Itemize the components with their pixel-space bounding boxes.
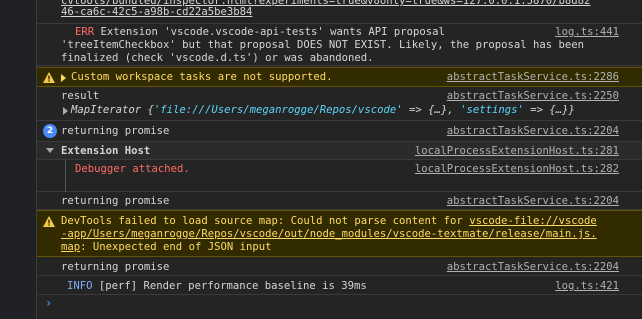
message-text: Debugger attached. (75, 163, 190, 175)
console-message-error: ERR Extension 'vscode.vscode-api-tests' … (37, 24, 642, 66)
map-value: => {…}, (402, 104, 461, 116)
collapse-triangle-icon[interactable] (46, 148, 54, 153)
source-map-link[interactable]: map (61, 241, 80, 253)
message-text: result (61, 90, 100, 102)
source-link[interactable]: abstractTaskService.ts:2204 (447, 125, 619, 138)
message-text: returning promise (61, 125, 170, 137)
message-text: DevTools failed to load source map: Coul… (61, 215, 470, 227)
console-group-header[interactable]: Extension Host localProcessExtensionHost… (37, 142, 642, 160)
message-text: : Unexpected end of JSON input (80, 241, 272, 253)
map-key: 'settings' (460, 104, 524, 116)
console-message-log: returning promise abstractTaskService.ts… (37, 192, 642, 210)
source-link[interactable]: abstractTaskService.ts:2204 (447, 261, 619, 274)
console-message-log: 2 returning promise abstractTaskService.… (37, 121, 642, 142)
message-text: Custom workspace tasks are not supported… (71, 71, 333, 83)
expand-triangle-icon[interactable] (63, 107, 68, 115)
message-line: 'treeItemCheckbox' but that proposal DOE… (61, 39, 584, 51)
console-panel: cvtools/bundled/inspector.html?experimen… (36, 0, 642, 319)
console-message-warning: DevTools failed to load source map: Coul… (37, 210, 642, 257)
console-message-error: Debugger attached. localProcessExtension… (37, 160, 642, 192)
console-message-info: INFO [perf] Render performance baseline … (37, 276, 642, 295)
left-gutter (0, 0, 36, 319)
source-link[interactable]: log.ts:421 (555, 280, 619, 293)
source-link[interactable]: localProcessExtensionHost.ts:281 (415, 145, 619, 158)
source-link[interactable]: localProcessExtensionHost.ts:282 (415, 163, 619, 176)
message-text: returning promise (61, 195, 170, 207)
source-map-link[interactable]: -app/Users/meganrogge/Repos/vscode/out/n… (61, 228, 597, 241)
source-link[interactable]: abstractTaskService.ts:2286 (447, 71, 619, 84)
message-line: DevTools failed to load source map: Coul… (61, 215, 597, 228)
message-line: map: Unexpected end of JSON input (61, 241, 271, 254)
console-input[interactable] (61, 295, 631, 313)
object-preview[interactable]: MapIterator {'file:///Users/meganrogge/R… (71, 104, 575, 117)
count-badge: 2 (43, 124, 57, 138)
map-value: => {…}} (523, 104, 575, 116)
source-link[interactable]: log.ts:441 (555, 26, 619, 39)
source-link[interactable]: 46-ca6c-42c5-a98b-cd22a5be3b84 (61, 6, 252, 19)
warning-icon (43, 216, 55, 227)
console-prompt-icon: › (45, 296, 53, 310)
object-prefix: MapIterator { (71, 104, 154, 116)
source-link[interactable]: abstractTaskService.ts:2204 (447, 195, 619, 208)
error-level: ERR (75, 26, 95, 38)
console-message-warning: Custom workspace tasks are not supported… (37, 67, 642, 87)
warning-icon (43, 72, 55, 83)
expand-triangle-icon[interactable] (61, 74, 66, 82)
group-title: Extension Host (61, 145, 151, 157)
message-line: finalized (check 'vscode.d.ts') or was a… (61, 52, 374, 64)
message-line: ERR Extension 'vscode.vscode-api-tests' … (75, 26, 445, 38)
console-message-log: returning promise abstractTaskService.ts… (37, 258, 642, 276)
group-indent-line (65, 160, 66, 192)
info-level: INFO (67, 280, 93, 292)
console-message-log: result abstractTaskService.ts:2250 MapIt… (37, 88, 642, 121)
console-message-url: cvtools/bundled/inspector.html?experimen… (37, 0, 642, 24)
message-line: INFO [perf] Render performance baseline … (67, 280, 367, 293)
map-key: 'file:///Users/meganrogge/Repos/vscode' (153, 104, 403, 116)
message-text: returning promise (61, 261, 170, 273)
source-link[interactable]: abstractTaskService.ts:2250 (447, 90, 619, 103)
source-map-link[interactable]: vscode-file://vscode (469, 215, 597, 227)
message-text: [perf] Render performance baseline is 39… (92, 280, 367, 292)
